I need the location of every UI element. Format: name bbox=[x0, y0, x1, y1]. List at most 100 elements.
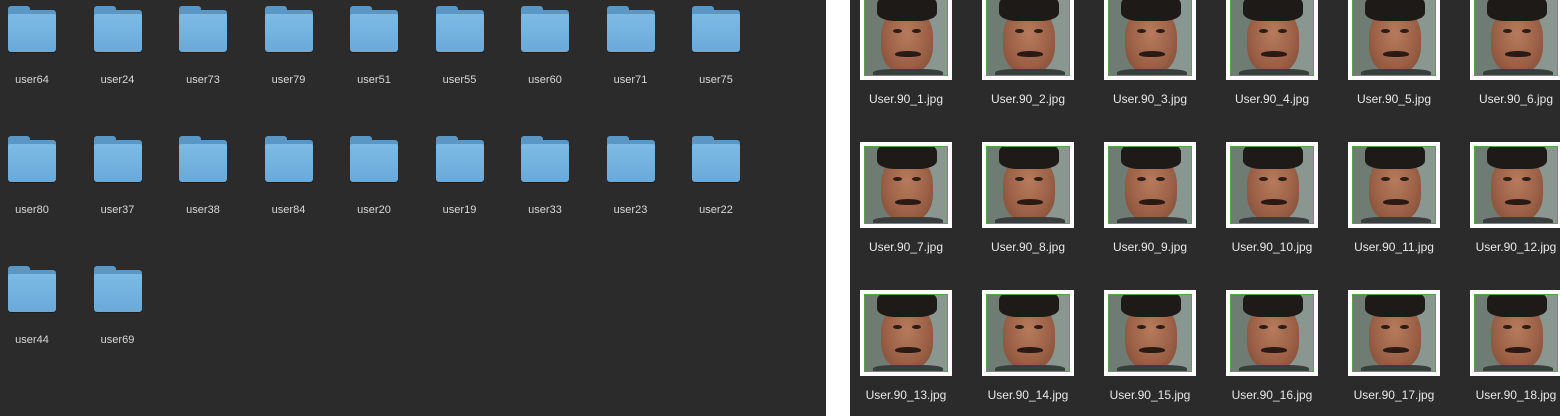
folder-icon bbox=[692, 6, 740, 52]
folder-item[interactable]: user38 bbox=[163, 130, 243, 240]
folder-label: user71 bbox=[613, 74, 648, 86]
image-file-label: User.90_6.jpg bbox=[1478, 92, 1554, 106]
folder-label: user22 bbox=[699, 204, 733, 216]
face-photo bbox=[864, 0, 948, 76]
image-file-item[interactable]: User.90_10.jpg bbox=[1212, 142, 1332, 272]
image-thumbnail bbox=[1104, 0, 1196, 80]
images-pane: User.90_1.jpg User.90_2.jpg User.90_3.jpg U… bbox=[850, 0, 1560, 416]
folder-item[interactable]: user69 bbox=[78, 260, 158, 370]
folder-label: user24 bbox=[100, 74, 135, 86]
image-file-label: User.90_1.jpg bbox=[868, 92, 944, 106]
folder-item[interactable]: user60 bbox=[505, 0, 585, 110]
folder-label: user33 bbox=[528, 204, 562, 216]
image-file-label: User.90_14.jpg bbox=[987, 388, 1069, 402]
folder-icon bbox=[521, 136, 569, 182]
folder-icon bbox=[692, 136, 740, 182]
folder-icon bbox=[435, 6, 484, 52]
folder-item[interactable]: user22 bbox=[676, 130, 756, 240]
folder-item[interactable]: user44 bbox=[0, 260, 72, 370]
image-thumbnail bbox=[982, 290, 1074, 376]
image-file-label: User.90_8.jpg bbox=[990, 240, 1066, 254]
folder-icon bbox=[179, 6, 227, 52]
image-file-item[interactable]: User.90_16.jpg bbox=[1212, 290, 1332, 416]
face-photo bbox=[864, 146, 948, 224]
folder-label: user55 bbox=[442, 74, 477, 86]
folder-item[interactable]: user51 bbox=[334, 0, 414, 110]
image-file-label: User.90_2.jpg bbox=[990, 92, 1066, 106]
folder-item[interactable]: user55 bbox=[420, 0, 500, 110]
image-file-label: User.90_7.jpg bbox=[868, 240, 944, 254]
folder-label: user84 bbox=[271, 204, 306, 216]
folder-item[interactable]: user79 bbox=[249, 0, 329, 110]
image-file-item[interactable]: User.90_6.jpg bbox=[1456, 0, 1560, 124]
folder-item[interactable]: user84 bbox=[249, 130, 329, 240]
folder-item[interactable]: user20 bbox=[334, 130, 414, 240]
folder-label: user44 bbox=[15, 334, 49, 346]
image-file-item[interactable]: User.90_17.jpg bbox=[1334, 290, 1454, 416]
image-thumbnail bbox=[982, 0, 1074, 80]
image-file-item[interactable]: User.90_9.jpg bbox=[1090, 142, 1210, 272]
image-thumbnail bbox=[860, 142, 952, 228]
face-photo bbox=[1474, 0, 1558, 76]
image-thumbnail bbox=[1348, 0, 1440, 80]
folder-item[interactable]: user80 bbox=[0, 130, 72, 240]
image-thumbnail bbox=[1104, 290, 1196, 376]
folder-label: user73 bbox=[186, 74, 220, 86]
folder-label: user20 bbox=[357, 204, 391, 216]
image-thumbnail bbox=[1470, 0, 1560, 80]
folder-icon bbox=[606, 136, 655, 182]
image-file-label: User.90_4.jpg bbox=[1234, 92, 1310, 106]
folder-item[interactable]: user33 bbox=[505, 130, 585, 240]
image-thumbnail bbox=[860, 0, 952, 80]
folder-label: user23 bbox=[613, 204, 648, 216]
folder-item[interactable]: user64 bbox=[0, 0, 72, 110]
image-file-item[interactable]: User.90_13.jpg bbox=[850, 290, 966, 416]
folder-icon bbox=[606, 6, 655, 52]
image-file-item[interactable]: User.90_8.jpg bbox=[968, 142, 1088, 272]
folder-icon bbox=[521, 6, 569, 52]
image-file-item[interactable]: User.90_1.jpg bbox=[850, 0, 966, 124]
image-file-item[interactable]: User.90_15.jpg bbox=[1090, 290, 1210, 416]
image-thumbnail bbox=[1226, 142, 1318, 228]
image-file-label: User.90_10.jpg bbox=[1231, 240, 1313, 254]
folder-label: user19 bbox=[442, 204, 477, 216]
image-thumbnail bbox=[1226, 290, 1318, 376]
image-thumbnail bbox=[1348, 290, 1440, 376]
folder-icon bbox=[8, 136, 56, 182]
folder-icon bbox=[8, 6, 56, 52]
folder-item[interactable]: user75 bbox=[676, 0, 756, 110]
image-file-label: User.90_16.jpg bbox=[1231, 388, 1313, 402]
image-file-item[interactable]: User.90_2.jpg bbox=[968, 0, 1088, 124]
image-file-item[interactable]: User.90_3.jpg bbox=[1090, 0, 1210, 124]
folder-icon bbox=[435, 136, 484, 182]
image-file-item[interactable]: User.90_18.jpg bbox=[1456, 290, 1560, 416]
folder-label: user37 bbox=[100, 204, 135, 216]
face-photo bbox=[1352, 0, 1436, 76]
folder-item[interactable]: user24 bbox=[78, 0, 158, 110]
image-thumbnail bbox=[1226, 0, 1318, 80]
folder-item[interactable]: user23 bbox=[591, 130, 671, 240]
image-file-label: User.90_5.jpg bbox=[1356, 92, 1432, 106]
face-photo bbox=[864, 294, 948, 372]
image-file-item[interactable]: User.90_7.jpg bbox=[850, 142, 966, 272]
folder-icon bbox=[350, 6, 398, 52]
face-photo bbox=[1474, 294, 1558, 372]
image-thumbnail bbox=[1470, 142, 1560, 228]
folder-label: user69 bbox=[100, 334, 135, 346]
folder-item[interactable]: user73 bbox=[163, 0, 243, 110]
image-file-item[interactable]: User.90_4.jpg bbox=[1212, 0, 1332, 124]
face-photo bbox=[1108, 0, 1192, 76]
folder-item[interactable]: user71 bbox=[591, 0, 671, 110]
image-file-item[interactable]: User.90_14.jpg bbox=[968, 290, 1088, 416]
folder-item[interactable]: user19 bbox=[420, 130, 500, 240]
face-photo bbox=[1230, 0, 1314, 76]
face-photo bbox=[1108, 146, 1192, 224]
image-file-item[interactable]: User.90_5.jpg bbox=[1334, 0, 1454, 124]
folder-icon bbox=[93, 6, 142, 52]
face-photo bbox=[1230, 294, 1314, 372]
folder-icon bbox=[93, 136, 142, 182]
image-file-item[interactable]: User.90_11.jpg bbox=[1334, 142, 1454, 272]
folder-item[interactable]: user37 bbox=[78, 130, 158, 240]
image-file-item[interactable]: User.90_12.jpg bbox=[1456, 142, 1560, 272]
image-thumbnail bbox=[1348, 142, 1440, 228]
